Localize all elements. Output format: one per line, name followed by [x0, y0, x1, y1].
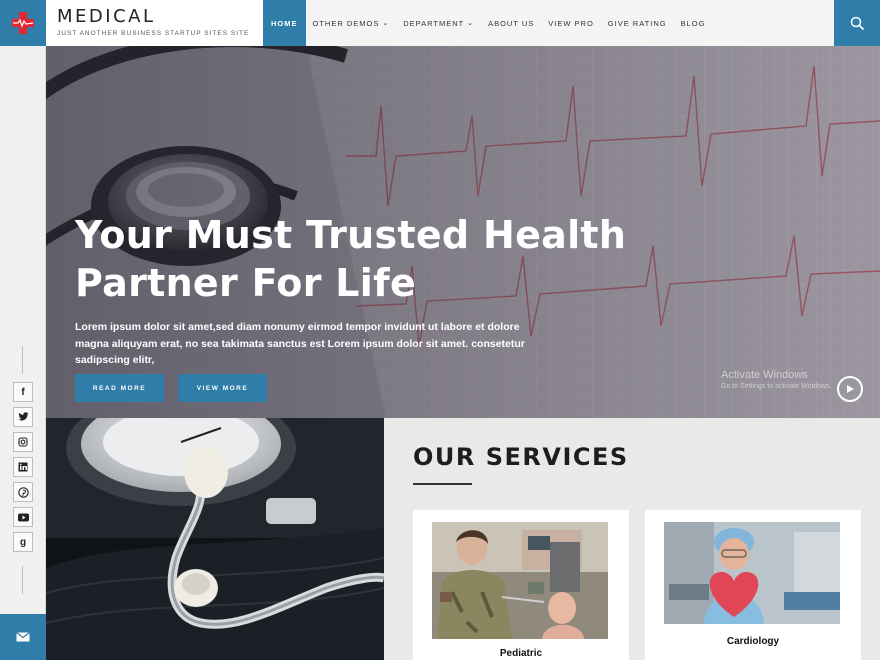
- nav-item-label: GIVE RATING: [607, 18, 667, 28]
- hero-title: Your Must Trusted Health Partner For Lif…: [75, 211, 635, 307]
- left-rail: f g: [0, 0, 46, 660]
- read-more-button[interactable]: READ MORE: [75, 374, 164, 402]
- watermark-subtitle: Go to Settings to activate Windows.: [721, 383, 832, 390]
- main-nav: HOME OTHER DEMOS ⌄ DEPARTMENT ⌄ ABOUT US VIEW …: [263, 0, 712, 46]
- nav-item-home[interactable]: HOME: [263, 0, 306, 46]
- logo[interactable]: [0, 0, 46, 46]
- stethoscope-photo: [46, 418, 384, 660]
- brand-tagline: JUST ANOTHER BUSINESS STARTUP SITES SITE: [57, 30, 250, 37]
- youtube-icon[interactable]: [13, 507, 33, 527]
- instagram-icon[interactable]: [13, 432, 33, 452]
- nav-item-give-rating[interactable]: GIVE RATING: [601, 0, 674, 46]
- brand[interactable]: MEDICAL JUST ANOTHER BUSINESS STARTUP SI…: [46, 0, 263, 46]
- chevron-down-icon: ⌄: [382, 20, 390, 27]
- pediatric-label: Pediatric: [499, 648, 543, 659]
- nav-item-label: DEPARTMENT: [403, 18, 465, 28]
- mail-button[interactable]: [0, 614, 46, 660]
- nav-item-other-demos[interactable]: OTHER DEMOS ⌄: [306, 0, 397, 46]
- nav-item-label: VIEW PRO: [548, 18, 594, 28]
- rail-divider-top: [22, 346, 23, 374]
- google-plus-icon[interactable]: g: [13, 532, 33, 552]
- nav-item-department[interactable]: DEPARTMENT ⌄: [396, 0, 481, 46]
- hero-banner: Your Must Trusted Health Partner For Lif…: [46, 46, 880, 418]
- chevron-down-icon: ⌄: [467, 20, 475, 27]
- nav-item-about-us[interactable]: ABOUT US: [481, 0, 541, 46]
- nav-item-view-pro[interactable]: VIEW PRO: [541, 0, 601, 46]
- brand-name: MEDICAL: [57, 6, 156, 27]
- pediatric-image: [432, 522, 608, 639]
- facebook-icon[interactable]: f: [13, 382, 33, 402]
- service-card-cardiology[interactable]: Cardiology: [645, 510, 861, 660]
- activate-windows-watermark: Activate Windows Go to Settings to activ…: [721, 369, 832, 390]
- nav-item-label: OTHER DEMOS: [312, 18, 380, 28]
- cardiology-label: Cardiology: [726, 636, 780, 647]
- medical-cross-icon: [12, 12, 34, 34]
- video-play-button[interactable]: [837, 376, 863, 402]
- twitter-icon[interactable]: [13, 407, 33, 427]
- pinterest-icon[interactable]: [13, 482, 33, 502]
- blood-pressure-gauge-image: [46, 418, 384, 660]
- hero-title-line2: Partner For Life: [75, 261, 417, 305]
- hero-title-line1: Your Must Trusted Health: [75, 213, 627, 257]
- header: MEDICAL JUST ANOTHER BUSINESS STARTUP SI…: [46, 0, 880, 46]
- search-icon: [850, 16, 864, 30]
- cardiology-image: [664, 522, 840, 624]
- nav-item-label: HOME: [271, 18, 298, 28]
- watermark-title: Activate Windows: [721, 369, 808, 381]
- hero-description: Lorem ipsum dolor sit amet,sed diam nonu…: [75, 321, 525, 366]
- nav-item-label: BLOG: [680, 18, 706, 28]
- service-card-pediatric[interactable]: Pediatric: [413, 510, 629, 660]
- play-icon: [847, 385, 854, 393]
- services-title: OUR SERVICES: [413, 443, 629, 471]
- mail-icon: [16, 632, 30, 642]
- search-button[interactable]: [834, 0, 880, 46]
- view-more-button[interactable]: VIEW MORE: [178, 374, 267, 402]
- nav-item-blog[interactable]: BLOG: [674, 0, 713, 46]
- services-section: OUR SERVICES Pediatric Cardiology: [384, 418, 880, 660]
- services-title-underline: [413, 483, 472, 485]
- rail-divider-bottom: [22, 566, 23, 594]
- linkedin-icon[interactable]: [13, 457, 33, 477]
- nav-item-label: ABOUT US: [488, 18, 535, 28]
